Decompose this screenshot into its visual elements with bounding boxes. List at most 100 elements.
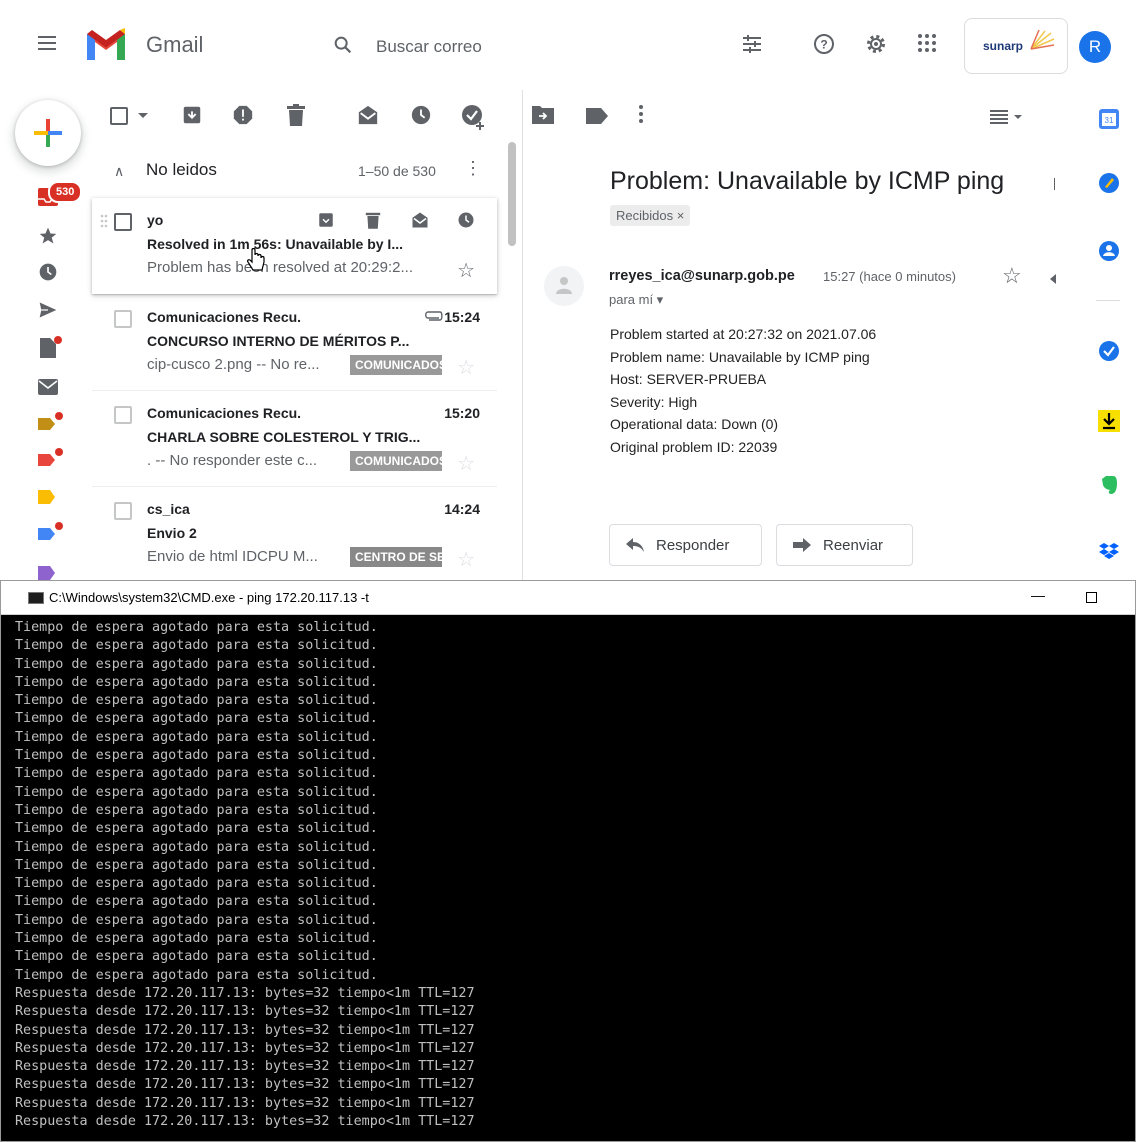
row-snippet: Envio de html IDCPU M... [147,548,318,565]
archive-icon[interactable] [181,104,203,126]
row-label-chip[interactable]: CENTRO DE SERVICIOS [350,547,442,567]
reply-button[interactable]: Responder [609,524,762,566]
cmd-line: Respuesta desde 172.20.117.13: bytes=32 … [15,1077,475,1093]
tasks-icon[interactable] [1098,340,1120,362]
reply-arrow-icon[interactable] [1050,274,1056,284]
list-item[interactable]: yo Resolved in 1m 56s: Unavailable by I.… [92,198,497,294]
list-item[interactable]: Comunicaciones Recu. 15:20 CHARLA SOBRE … [92,390,497,486]
minimize-icon[interactable]: — [1031,587,1045,603]
delete-icon[interactable] [286,104,306,126]
download-icon[interactable] [1098,410,1120,432]
row-time: 15:20 [444,405,480,421]
cmd-line: Tiempo de espera agotado para esta solic… [15,949,378,965]
forward-button[interactable]: Reenviar [776,524,913,566]
keep-icon[interactable] [1098,172,1120,194]
cmd-line: Tiempo de espera agotado para esta solic… [15,839,378,855]
row-checkbox[interactable] [114,406,132,424]
row-label-chip[interactable]: COMUNICADOS [350,451,442,471]
body-line: Host: SERVER-PRUEBA [610,371,767,387]
compose-icon [34,119,62,147]
add-task-icon[interactable] [461,104,487,130]
row-checkbox[interactable] [114,502,132,520]
label-icon-blue[interactable] [38,522,64,544]
org-logo[interactable]: sunarp [964,18,1068,74]
menu-icon[interactable] [38,36,56,50]
cmd-window[interactable]: C:\Windows\system32\CMD.exe - ping 172.2… [0,580,1136,1142]
label-icon-orange[interactable] [38,490,58,504]
star-icon[interactable]: ☆ [457,258,475,283]
row-snooze-icon[interactable] [457,211,475,229]
row-sender: cs_ica [147,501,190,517]
cmd-line: Tiempo de espera agotado para esta solic… [15,876,378,892]
row-mark-read-icon[interactable] [411,211,429,229]
cmd-line: Tiempo de espera agotado para esta solic… [15,729,378,745]
cmd-titlebar[interactable]: C:\Windows\system32\CMD.exe - ping 172.2… [1,581,1135,615]
account-avatar[interactable]: R [1079,31,1111,63]
chevron-down-icon[interactable] [138,113,148,119]
label-icon-purple[interactable] [38,566,58,580]
select-all-checkbox[interactable] [110,107,128,125]
row-subject: Envio 2 [147,525,197,541]
hand-cursor-icon [247,248,265,271]
search-icon[interactable] [332,34,354,56]
drag-handle-icon[interactable] [100,214,108,228]
collapse-section-icon[interactable]: ∧ [114,163,124,180]
contacts-icon[interactable] [1098,240,1120,262]
label-icon-red[interactable] [38,448,64,470]
star-icon[interactable]: ☆ [457,355,475,380]
apps-icon[interactable] [916,32,938,54]
row-checkbox[interactable] [114,310,132,328]
maximize-icon[interactable] [1086,592,1097,603]
cmd-window-icon [28,592,44,604]
row-delete-icon[interactable] [365,211,381,229]
message-star-icon[interactable]: ☆ [1002,263,1022,289]
report-icon[interactable] [232,104,254,126]
draft-icon[interactable] [38,336,62,360]
row-sender: Comunicaciones Recu. [147,309,302,325]
pane-divider[interactable] [522,90,523,580]
cmd-line: Respuesta desde 172.20.117.13: bytes=32 … [15,1004,475,1020]
inbox-label-chip[interactable]: Recibidos × [610,205,691,226]
message-from[interactable]: rreyes_ica@sunarp.gob.pe [609,268,795,284]
row-label-chip[interactable]: COMUNICADOS [350,355,442,375]
evernote-icon[interactable] [1098,474,1120,496]
compose-button[interactable] [15,100,81,166]
filter-icon[interactable] [740,32,764,56]
clock-icon[interactable] [38,262,58,282]
cmd-output[interactable]: Tiempo de espera agotado para esta solic… [15,619,1130,1141]
label-icon-yellow[interactable] [38,412,64,434]
message-time: 15:27 (hace 0 minutos) [823,269,956,284]
send-icon[interactable] [38,300,58,320]
cmd-line: Respuesta desde 172.20.117.13: bytes=32 … [15,1022,475,1038]
snooze-icon[interactable] [410,104,432,126]
message-recipient[interactable]: para mí ▾ [609,292,663,308]
label-as-icon[interactable] [586,108,608,124]
star-icon[interactable]: ☆ [457,451,475,476]
gmail-logo[interactable] [84,28,128,60]
pagination-range: 1–50 de 530 [358,163,436,179]
message-body: Problem started at 20:27:32 on 2021.07.0… [610,323,876,458]
move-icon[interactable] [532,104,554,124]
row-checkbox[interactable] [114,213,132,231]
cmd-line: Respuesta desde 172.20.117.13: bytes=32 … [15,985,475,1001]
mail-icon[interactable] [38,378,58,396]
svg-text:?: ? [820,38,827,52]
gmail-window: Gmail Buscar correo ? sunarp R 530 ∧ No … [0,0,1136,580]
settings-icon[interactable] [864,32,888,56]
dropbox-icon[interactable] [1098,540,1120,562]
section-more-icon[interactable]: ⋮ [464,158,482,179]
help-icon[interactable]: ? [812,32,836,56]
mark-read-icon[interactable] [357,104,379,126]
cmd-line: Respuesta desde 172.20.117.13: bytes=32 … [15,1059,475,1075]
star-icon[interactable]: ☆ [457,547,475,572]
search-input[interactable]: Buscar correo [376,37,482,57]
density-icon[interactable] [990,110,1024,124]
list-item[interactable]: cs_ica 14:24 Envio 2 Envio de html IDCPU… [92,486,497,580]
calendar-icon[interactable]: 31 [1098,108,1120,130]
cmd-line: Tiempo de espera agotado para esta solic… [15,784,378,800]
list-item[interactable]: Comunicaciones Recu. 15:24 CONCURSO INTE… [92,294,497,390]
star-icon[interactable] [38,226,58,246]
list-scrollbar[interactable] [508,142,516,246]
more-icon[interactable] [638,104,644,124]
row-archive-icon[interactable] [317,211,335,229]
